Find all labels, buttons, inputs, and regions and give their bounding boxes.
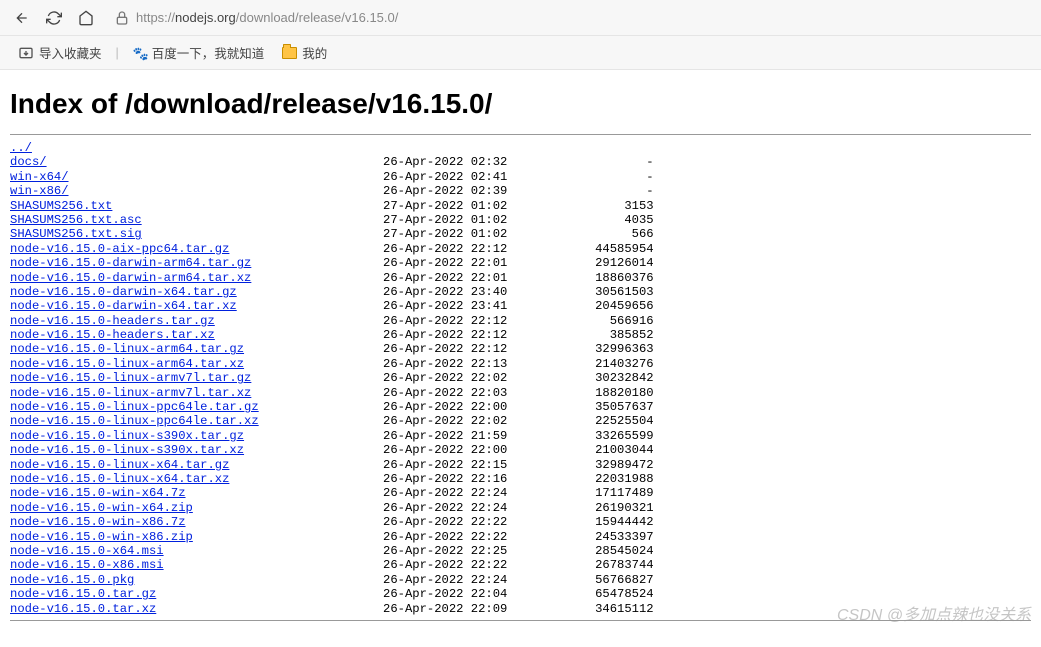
file-link[interactable]: SHASUMS256.txt [10, 199, 112, 213]
file-link[interactable]: win-x86/ [10, 184, 69, 198]
import-bookmarks-button[interactable]: 导入收藏夹 [12, 40, 108, 65]
file-link[interactable]: node-v16.15.0-darwin-x64.tar.xz [10, 299, 237, 313]
folder-icon [282, 47, 297, 59]
file-link[interactable]: node-v16.15.0-aix-ppc64.tar.gz [10, 242, 229, 256]
file-link[interactable]: node-v16.15.0.tar.xz [10, 602, 156, 616]
arrow-left-icon [14, 10, 30, 26]
file-link[interactable]: ../ [10, 141, 32, 155]
file-link[interactable]: node-v16.15.0-linux-s390x.tar.gz [10, 429, 244, 443]
file-link[interactable]: node-v16.15.0-linux-armv7l.tar.gz [10, 371, 251, 385]
file-link[interactable]: SHASUMS256.txt.sig [10, 227, 142, 241]
file-link[interactable]: node-v16.15.0-linux-ppc64le.tar.xz [10, 414, 259, 428]
page-title: Index of /download/release/v16.15.0/ [10, 88, 1031, 120]
bookmark-baidu[interactable]: 🐾 百度一下，我就知道 [127, 40, 271, 65]
file-link[interactable]: node-v16.15.0.pkg [10, 573, 134, 587]
bookmark-mine[interactable]: 我的 [276, 40, 333, 65]
divider-bottom [10, 620, 1031, 621]
refresh-icon [46, 10, 62, 26]
page-content: Index of /download/release/v16.15.0/ ../… [0, 70, 1041, 647]
divider-top [10, 134, 1031, 135]
file-link[interactable]: node-v16.15.0-win-x86.7z [10, 515, 186, 529]
file-link[interactable]: node-v16.15.0-win-x86.zip [10, 530, 193, 544]
lock-icon [114, 10, 130, 26]
bookmarks-bar: 导入收藏夹 | 🐾 百度一下，我就知道 我的 [0, 36, 1041, 70]
home-button[interactable] [72, 4, 100, 32]
import-icon [18, 45, 34, 61]
address-bar[interactable]: https://nodejs.org/download/release/v16.… [114, 10, 1033, 26]
file-link[interactable]: node-v16.15.0-win-x64.7z [10, 486, 186, 500]
file-link[interactable]: docs/ [10, 155, 47, 169]
file-link[interactable]: node-v16.15.0-win-x64.zip [10, 501, 193, 515]
file-link[interactable]: node-v16.15.0-darwin-x64.tar.gz [10, 285, 237, 299]
file-link[interactable]: node-v16.15.0-x86.msi [10, 558, 164, 572]
file-link[interactable]: node-v16.15.0.tar.gz [10, 587, 156, 601]
file-link[interactable]: node-v16.15.0-linux-arm64.tar.xz [10, 357, 244, 371]
back-button[interactable] [8, 4, 36, 32]
file-link[interactable]: win-x64/ [10, 170, 69, 184]
baidu-label: 百度一下，我就知道 [152, 43, 265, 62]
divider: | [116, 46, 119, 60]
file-link[interactable]: node-v16.15.0-linux-x64.tar.xz [10, 472, 229, 486]
file-link[interactable]: SHASUMS256.txt.asc [10, 213, 142, 227]
import-label: 导入收藏夹 [39, 43, 102, 62]
file-link[interactable]: node-v16.15.0-x64.msi [10, 544, 164, 558]
file-link[interactable]: node-v16.15.0-darwin-arm64.tar.gz [10, 256, 251, 270]
file-link[interactable]: node-v16.15.0-linux-s390x.tar.xz [10, 443, 244, 457]
file-link[interactable]: node-v16.15.0-linux-x64.tar.gz [10, 458, 229, 472]
file-listing: ../ docs/ 26-Apr-2022 02:32 - win-x64/ 2… [10, 141, 1031, 616]
file-link[interactable]: node-v16.15.0-headers.tar.xz [10, 328, 215, 342]
file-link[interactable]: node-v16.15.0-linux-armv7l.tar.xz [10, 386, 251, 400]
url-text: https://nodejs.org/download/release/v16.… [136, 10, 398, 25]
home-icon [78, 10, 94, 26]
file-link[interactable]: node-v16.15.0-headers.tar.gz [10, 314, 215, 328]
refresh-button[interactable] [40, 4, 68, 32]
baidu-icon: 🐾 [133, 46, 147, 60]
mine-label: 我的 [302, 43, 327, 62]
file-link[interactable]: node-v16.15.0-linux-arm64.tar.gz [10, 342, 244, 356]
file-link[interactable]: node-v16.15.0-linux-ppc64le.tar.gz [10, 400, 259, 414]
browser-toolbar: https://nodejs.org/download/release/v16.… [0, 0, 1041, 36]
file-link[interactable]: node-v16.15.0-darwin-arm64.tar.xz [10, 271, 251, 285]
